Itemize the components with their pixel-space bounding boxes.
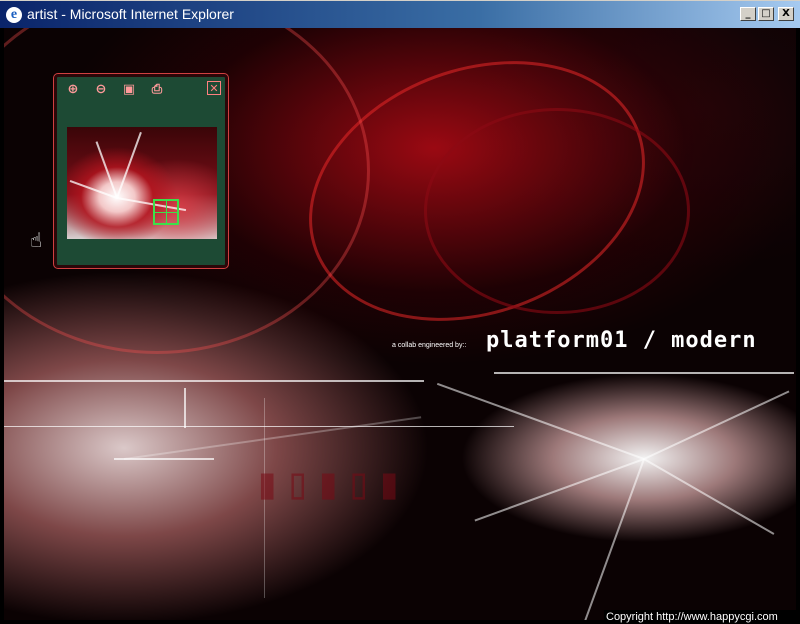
print-icon[interactable]: ⎙ xyxy=(147,81,167,99)
hand-cursor-icon: ☝ xyxy=(30,228,43,252)
light-streak xyxy=(123,416,422,460)
credits-label: a collab engineered by:: xyxy=(392,342,467,349)
navigator-close-icon[interactable]: ✕ xyxy=(207,81,221,95)
light-streak xyxy=(436,382,645,460)
navigator-thumbnail[interactable] xyxy=(67,127,217,239)
artwork-headline: platform01 / modern xyxy=(486,328,757,353)
ghost-graphic-text: ▮▯▮▯▮ xyxy=(254,458,407,509)
zoom-navigator-panel[interactable]: ⊕ ⊖ ▣ ⎙ ✕ xyxy=(53,73,229,269)
light-streak xyxy=(643,390,790,460)
zoom-out-icon[interactable]: ⊖ xyxy=(91,81,111,99)
internet-explorer-icon: e xyxy=(6,7,22,23)
tech-line xyxy=(4,380,424,382)
window-title: artist - Microsoft Internet Explorer xyxy=(27,6,234,22)
copyright-footer: Copyright http://www.happycgi.com xyxy=(604,610,800,624)
light-streak xyxy=(574,458,645,620)
maximize-button[interactable]: □ xyxy=(758,7,774,21)
tech-line xyxy=(494,372,794,374)
window-controls: _ □ X xyxy=(740,7,794,21)
light-streak xyxy=(474,458,645,522)
tech-line xyxy=(184,388,186,428)
tech-line xyxy=(4,426,514,427)
viewport-indicator[interactable] xyxy=(153,199,179,225)
zoom-in-icon[interactable]: ⊕ xyxy=(63,81,83,99)
minimize-button[interactable]: _ xyxy=(740,7,756,21)
tech-line xyxy=(114,458,214,460)
fit-to-window-icon[interactable]: ▣ xyxy=(119,81,139,99)
light-streak xyxy=(643,458,775,535)
close-button[interactable]: X xyxy=(778,7,794,21)
navigator-toolbar: ⊕ ⊖ ▣ ⎙ xyxy=(63,81,167,99)
thumbnail-ray xyxy=(116,131,142,199)
title-bar: e artist - Microsoft Internet Explorer _… xyxy=(0,0,800,28)
red-swirl-arc xyxy=(424,108,690,314)
